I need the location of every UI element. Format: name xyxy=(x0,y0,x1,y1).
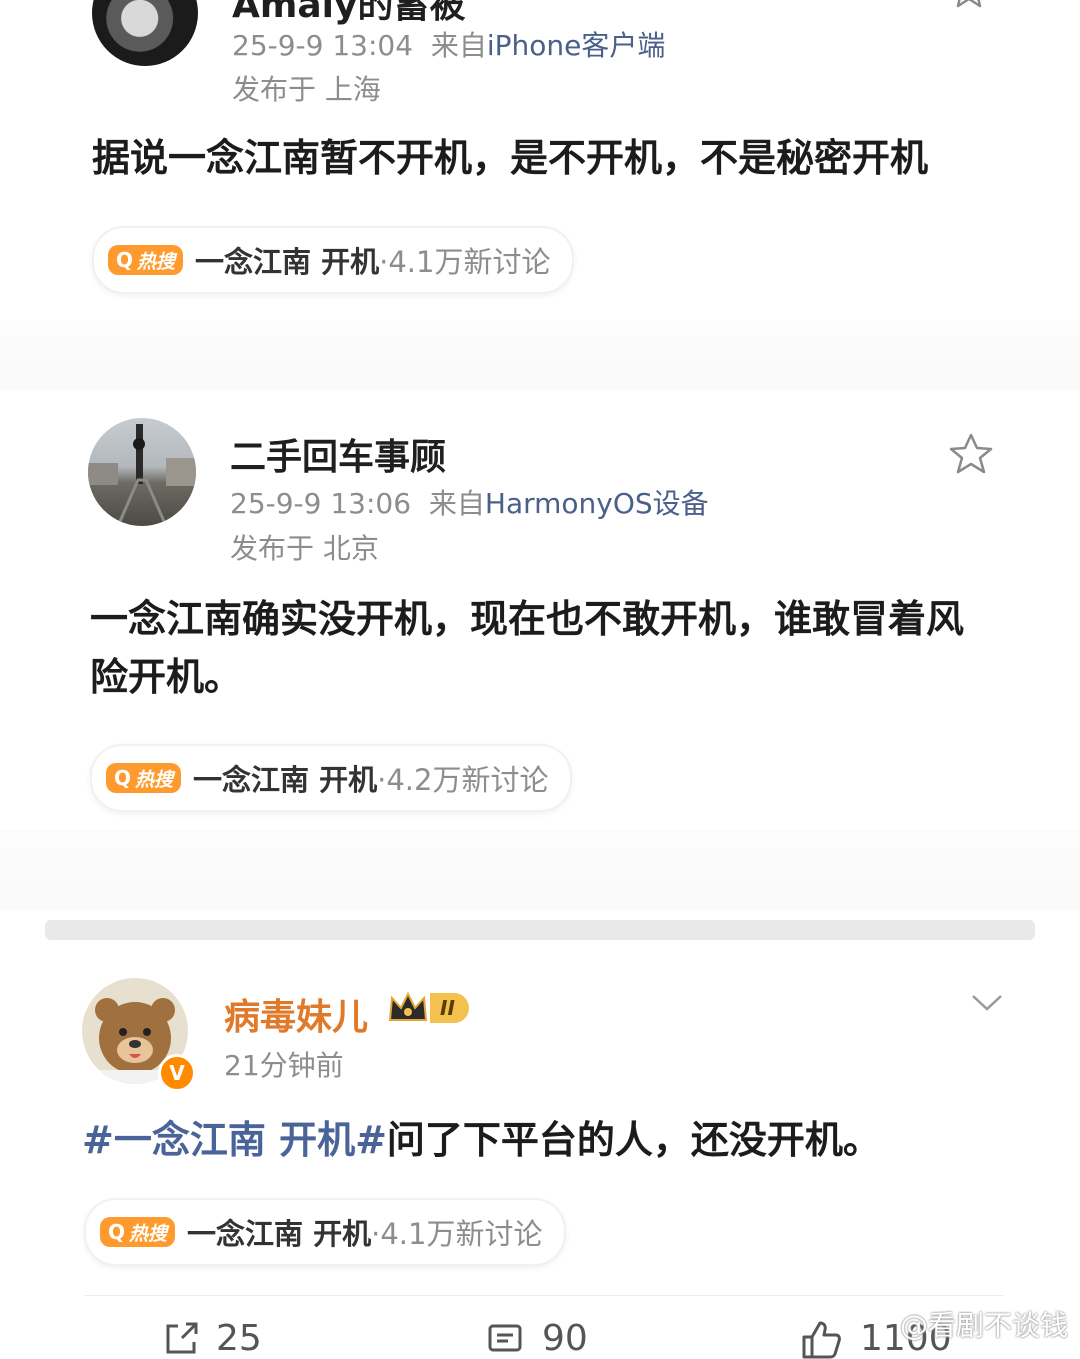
avatar[interactable] xyxy=(92,0,198,66)
search-icon: Q xyxy=(108,1220,126,1244)
post-text: 问了下平台的人，还没开机。 xyxy=(386,1118,881,1162)
hot-search-chip[interactable]: Q 热搜 一念江南 开机 ·4.2万新讨论 xyxy=(90,744,573,812)
source-link[interactable]: iPhone客户端 xyxy=(487,29,666,62)
post-meta: 25-9-9 13:06 来自HarmonyOS设备 xyxy=(230,482,709,522)
verified-badge-icon: V xyxy=(158,1054,196,1092)
comment-icon xyxy=(488,1324,522,1351)
star-icon[interactable] xyxy=(948,432,994,476)
source-prefix: 来自 xyxy=(430,29,487,62)
chevron-down-icon[interactable] xyxy=(970,992,1004,1014)
user-name[interactable]: 二手回车事顾 xyxy=(230,428,446,480)
post-2: 二手回车事顾 25-9-9 13:06 来自HarmonyOS设备 发布于 北京… xyxy=(0,410,1080,830)
watermark: @看剧不谈钱 xyxy=(899,1309,1068,1342)
thumbs-up-icon xyxy=(802,1321,841,1358)
post-content: #一念江南 开机#问了下平台的人，还没开机。 xyxy=(82,1111,1012,1169)
comment-button[interactable]: 90 xyxy=(486,1318,588,1359)
hot-topic: 一念江南 开机 xyxy=(187,1217,372,1251)
post-time: 25-9-9 13:06 xyxy=(230,487,412,520)
repost-button[interactable]: 25 xyxy=(162,1318,262,1359)
vip-crown-badge: II xyxy=(386,990,469,1026)
hot-topic: 一念江南 开机 xyxy=(195,245,380,279)
hot-search-tag: Q 热搜 xyxy=(108,245,184,275)
blur-band xyxy=(0,320,1080,390)
avatar[interactable] xyxy=(88,418,196,526)
hot-count: ·4.1万新讨论 xyxy=(371,1217,543,1251)
user-name[interactable]: 病毒妹儿 xyxy=(224,988,368,1040)
post-1: Amaly的蓄被 25-9-9 13:04 来自iPhone客户端 发布于 上海… xyxy=(0,0,1080,330)
post-time: 25-9-9 13:04 xyxy=(232,29,414,62)
blur-band xyxy=(0,830,1080,910)
star-icon[interactable] xyxy=(948,0,990,12)
source-prefix: 来自 xyxy=(428,487,485,520)
post-location: 发布于 上海 xyxy=(232,73,381,106)
post-3: V 病毒妹儿 II 21分钟前 #一念江南 开机#问了下平台的人，还没开机。 Q… xyxy=(0,960,1080,1290)
action-bar-divider xyxy=(84,1295,1004,1296)
hot-count: ·4.1万新讨论 xyxy=(379,245,551,279)
hot-search-tag: Q 热搜 xyxy=(100,1217,176,1247)
repost-count: 25 xyxy=(216,1318,262,1359)
hot-search-chip[interactable]: Q 热搜 一念江南 开机 ·4.1万新讨论 xyxy=(84,1198,567,1266)
hashtag-link[interactable]: #一念江南 开机# xyxy=(82,1118,387,1162)
hot-count: ·4.2万新讨论 xyxy=(377,763,549,797)
section-divider xyxy=(45,920,1035,940)
hot-search-chip[interactable]: Q 热搜 一念江南 开机 ·4.1万新讨论 xyxy=(92,226,575,294)
search-icon: Q xyxy=(114,766,132,790)
crown-icon xyxy=(388,991,428,1021)
post-location: 发布于 北京 xyxy=(230,532,379,565)
post-time: 21分钟前 xyxy=(224,1049,344,1082)
search-icon: Q xyxy=(116,248,134,272)
vip-level: II xyxy=(430,993,469,1023)
post-content: 据说一念江南暂不开机，是不开机，不是秘密开机 xyxy=(92,136,929,180)
post-content: 一念江南确实没开机，现在也不敢开机，谁敢冒着风险开机。 xyxy=(90,597,965,699)
railway-icon xyxy=(88,424,196,526)
hot-topic: 一念江南 开机 xyxy=(193,763,378,797)
comment-count: 90 xyxy=(542,1318,588,1359)
share-icon xyxy=(166,1322,198,1353)
source-link[interactable]: HarmonyOS设备 xyxy=(485,487,709,520)
post-meta: 25-9-9 13:04 来自iPhone客户端 xyxy=(232,24,665,64)
hot-search-tag: Q 热搜 xyxy=(106,763,182,793)
